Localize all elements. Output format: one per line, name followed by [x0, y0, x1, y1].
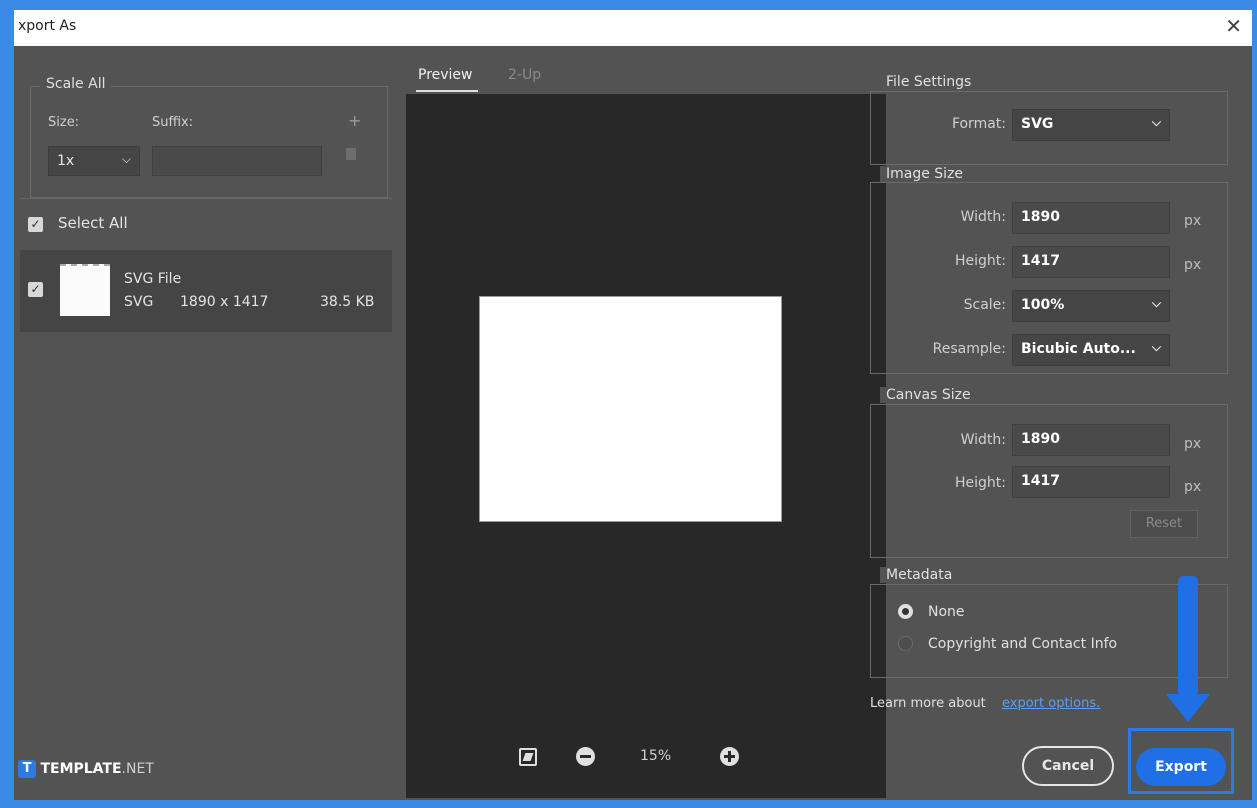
suffix-input[interactable]	[152, 146, 322, 176]
scale-label: Scale:	[963, 297, 1006, 313]
scale-select-value: 100%	[1021, 297, 1065, 313]
select-all-label: Select All	[58, 214, 128, 232]
zoom-out-icon[interactable]	[576, 747, 595, 766]
image-size-title: Image Size	[880, 166, 970, 182]
format-select-value: SVG	[1021, 116, 1054, 132]
canvas-height-label: Height:	[955, 475, 1006, 491]
format-label: Format:	[951, 116, 1006, 132]
trash-icon[interactable]	[346, 148, 356, 160]
zoom-in-icon[interactable]	[720, 747, 739, 766]
tab-preview-underline	[416, 90, 478, 92]
chevron-down-icon: ⌵	[1151, 296, 1161, 310]
file-name: SVG File	[124, 271, 182, 287]
chevron-down-icon: ⌵	[1151, 340, 1161, 354]
file-format: SVG	[124, 294, 154, 310]
preview-canvas-image	[479, 296, 782, 522]
image-height-input[interactable]: 1417	[1012, 246, 1170, 278]
cancel-button[interactable]: Cancel	[1022, 746, 1114, 786]
canvas-width-input[interactable]: 1890	[1012, 424, 1170, 456]
metadata-title: Metadata	[880, 567, 959, 583]
select-all-checkbox[interactable]: ✓	[28, 217, 43, 232]
format-select[interactable]: SVG ⌵	[1012, 109, 1170, 141]
image-width-input[interactable]: 1890	[1012, 202, 1170, 234]
image-height-label: Height:	[955, 253, 1006, 269]
radio-none-label: None	[928, 604, 965, 620]
resample-select-value: Bicubic Auto...	[1021, 341, 1136, 357]
highlight-arrow	[1178, 576, 1198, 696]
plus-icon[interactable]: +	[348, 111, 361, 130]
divider	[20, 198, 392, 199]
watermark-logo: T TEMPLATE.NET	[18, 760, 154, 782]
file-dimensions: 1890 x 1417	[180, 294, 269, 310]
fit-to-screen-icon[interactable]	[519, 748, 537, 766]
highlight-arrow-head	[1166, 694, 1210, 722]
file-list-item[interactable]: ✓ SVG File SVG 1890 x 1417 38.5 KB	[20, 250, 392, 332]
watermark-brand-suffix: .NET	[121, 761, 154, 777]
close-icon[interactable]: ✕	[1225, 14, 1242, 38]
file-item-checkbox[interactable]: ✓	[28, 282, 43, 297]
screenshot-frame: xport As ✕ Scale All Size: Suffix: + 1x …	[0, 0, 1257, 808]
canvas-width-label: Width:	[960, 432, 1006, 448]
size-select[interactable]: 1x ⌵	[48, 146, 140, 176]
metadata-group	[870, 584, 1228, 678]
radio-none[interactable]	[898, 604, 913, 619]
scale-all-title: Scale All	[40, 76, 112, 92]
watermark-brand: TEMPLATE	[40, 761, 122, 777]
tab-preview[interactable]: Preview	[418, 67, 473, 83]
canvas-height-unit: px	[1184, 479, 1202, 495]
export-options-link[interactable]: export options.	[1002, 696, 1100, 711]
resample-select[interactable]: Bicubic Auto... ⌵	[1012, 334, 1170, 366]
scale-all-group	[30, 86, 388, 198]
size-label: Size:	[48, 115, 80, 130]
reset-button[interactable]: Reset	[1130, 510, 1198, 538]
file-size: 38.5 KB	[320, 294, 375, 310]
watermark-logo-mark: T	[18, 760, 36, 778]
image-height-unit: px	[1184, 257, 1202, 273]
title-bar: xport As ✕	[14, 10, 1252, 46]
file-settings-title: File Settings	[880, 74, 978, 90]
zoom-level: 15%	[640, 748, 672, 764]
radio-copyright[interactable]	[898, 636, 913, 651]
export-button[interactable]: Export	[1136, 748, 1226, 786]
radio-copyright-label: Copyright and Contact Info	[928, 636, 1118, 652]
learn-more-text: Learn more about	[870, 696, 986, 711]
chevron-down-icon: ⌵	[1151, 115, 1161, 129]
canvas-size-title: Canvas Size	[880, 387, 977, 403]
resample-label: Resample:	[932, 341, 1006, 357]
dialog-title: xport As	[18, 18, 77, 34]
image-width-unit: px	[1184, 213, 1202, 229]
file-thumbnail	[60, 264, 110, 316]
size-select-value: 1x	[57, 153, 75, 169]
scale-select[interactable]: 100% ⌵	[1012, 290, 1170, 322]
canvas-width-unit: px	[1184, 436, 1202, 452]
export-as-dialog: xport As ✕ Scale All Size: Suffix: + 1x …	[14, 10, 1252, 800]
chevron-down-icon: ⌵	[121, 152, 131, 166]
tab-2-up[interactable]: 2-Up	[508, 67, 541, 83]
image-width-label: Width:	[960, 209, 1006, 225]
suffix-label: Suffix:	[152, 115, 194, 130]
canvas-height-input[interactable]: 1417	[1012, 466, 1170, 498]
